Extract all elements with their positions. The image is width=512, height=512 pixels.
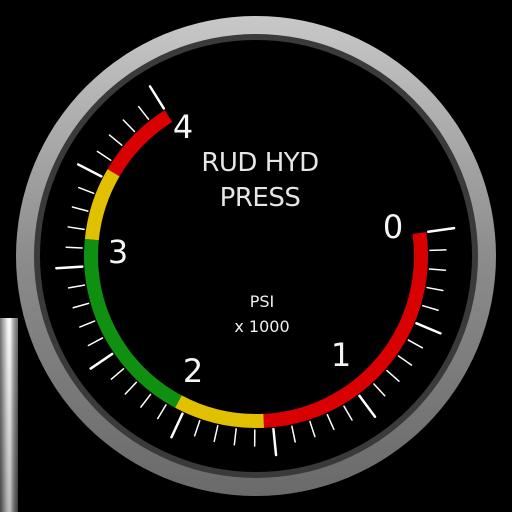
unit-label-multiplier: x 1000: [234, 317, 290, 336]
major-tick: [55, 265, 84, 270]
unit-label-psi: PSI: [249, 292, 275, 311]
gauge-title-line-1: RUD HYD: [201, 148, 319, 178]
scale-label-0: 0: [382, 208, 404, 246]
scale-label-2: 2: [182, 352, 204, 390]
side-scrollbar-edge: [0, 318, 18, 512]
scale-label-4: 4: [172, 108, 194, 146]
gauge-title-line-2: PRESS: [219, 183, 301, 213]
scale-label-3: 3: [107, 233, 129, 271]
gauge-graphic: [16, 16, 496, 496]
scale-label-1: 1: [330, 336, 352, 374]
minor-tick: [65, 246, 83, 249]
rudder-hydraulic-pressure-gauge: RUD HYD PRESS 0 1 2 3 4 PSI x 1000: [0, 0, 512, 512]
minor-tick: [429, 249, 447, 252]
